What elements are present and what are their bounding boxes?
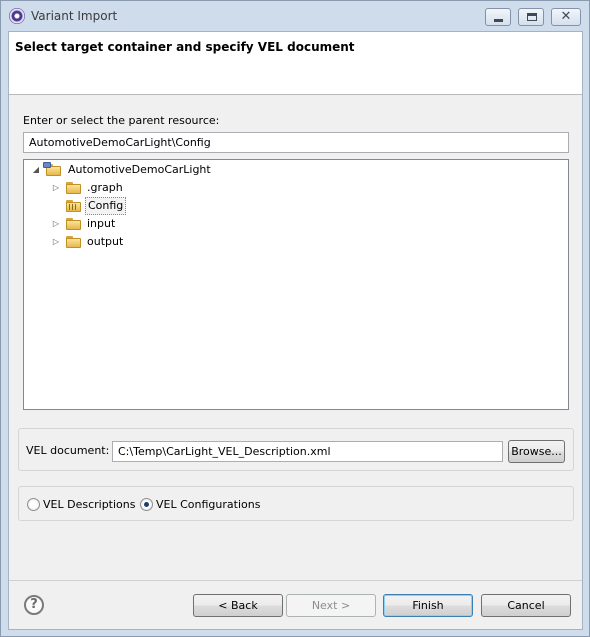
close-button[interactable]: ✕ [551,8,581,26]
eclipse-icon [9,8,25,24]
tree-item-input[interactable]: ▷ input [50,215,250,233]
folder-icon [66,236,81,248]
parent-resource-label: Enter or select the parent resource: [23,114,220,127]
resource-tree[interactable]: ◢ AutomotiveDemoCarLight ▷ .graph Config… [23,159,569,410]
expanded-arrow-icon[interactable]: ◢ [30,161,42,179]
vel-mode-group: VEL Descriptions VEL Configurations [18,486,574,521]
folder-icon [66,182,81,194]
footer-separator [9,580,582,581]
vel-descriptions-label[interactable]: VEL Descriptions [43,498,135,511]
back-button[interactable]: < Back [193,594,283,617]
variant-import-dialog: Variant Import ✕ Select target container… [0,0,590,637]
vel-configurations-label[interactable]: VEL Configurations [156,498,260,511]
vel-descriptions-radio[interactable] [27,498,40,511]
help-icon[interactable]: ? [24,595,44,615]
vel-document-label: VEL document: [26,444,110,457]
folder-icon [66,218,81,230]
collapsed-arrow-icon[interactable]: ▷ [50,215,62,233]
tree-item-config[interactable]: Config [50,197,250,215]
tree-item-output[interactable]: ▷ output [50,233,250,251]
maximize-button[interactable] [518,8,544,26]
finish-button[interactable]: Finish [383,594,473,617]
window-title: Variant Import [31,9,118,23]
close-icon: ✕ [560,9,572,24]
tree-item-label: Config [85,197,127,215]
config-folder-icon [66,200,81,212]
tree-item-label: input [87,217,116,230]
vel-configurations-radio[interactable] [140,498,153,511]
tree-item-project-root[interactable]: ◢ AutomotiveDemoCarLight [30,161,330,179]
vel-document-input[interactable]: C:\Temp\CarLight_VEL_Description.xml [112,441,503,462]
parent-resource-input[interactable]: AutomotiveDemoCarLight\Config [23,132,569,153]
browse-button[interactable]: Browse... [508,440,565,463]
maximize-icon [527,13,537,21]
minimize-button[interactable] [485,8,511,26]
collapsed-arrow-icon[interactable]: ▷ [50,233,62,251]
wizard-banner: Select target container and specify VEL … [9,32,582,95]
tree-item-label: output [87,235,124,248]
tree-item-label: .graph [87,181,123,194]
title-bar[interactable]: Variant Import ✕ [1,1,589,31]
project-folder-icon [43,162,61,176]
wizard-page-title: Select target container and specify VEL … [15,40,355,54]
tree-item-graph[interactable]: ▷ .graph [50,179,250,197]
next-button[interactable]: Next > [286,594,376,617]
vel-document-group: VEL document: C:\Temp\CarLight_VEL_Descr… [18,428,574,471]
tree-item-label: AutomotiveDemoCarLight [68,163,211,176]
minimize-icon [494,19,503,22]
cancel-button[interactable]: Cancel [481,594,571,617]
collapsed-arrow-icon[interactable]: ▷ [50,179,62,197]
dialog-client-area: Select target container and specify VEL … [8,31,583,630]
